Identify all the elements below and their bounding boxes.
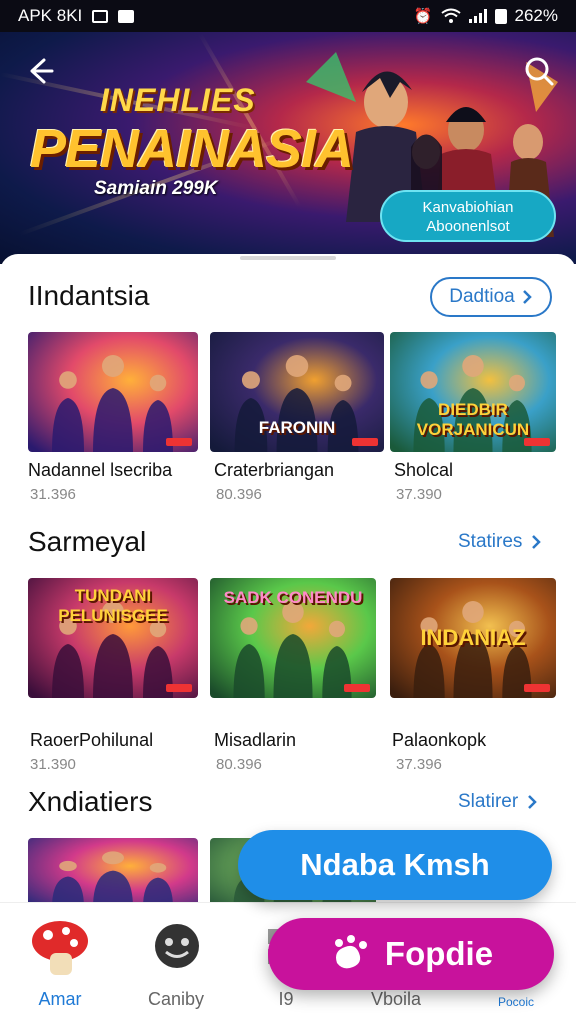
game-title[interactable]: Palaonkopk (392, 730, 486, 751)
game-art-title (28, 332, 198, 452)
game-meta: 80.396 (216, 486, 262, 503)
hero-title-line2: PENAINASIA (30, 119, 354, 179)
game-meta: 31.396 (30, 486, 76, 503)
game-card[interactable]: DIEDBIR VORJANICUN (390, 332, 556, 452)
nav-label: Pocoic (497, 995, 535, 1009)
game-meta: 37.390 (396, 486, 442, 503)
section-title: Sarmeyal (28, 526, 147, 557)
mushroom-icon (32, 921, 88, 975)
nav-item-caniby[interactable]: Caniby (116, 903, 236, 1024)
app-screen: APK 8KI ⏰ 262% INEHLIES PENAINASIA Samia… (0, 0, 576, 1024)
hero-chip-line1: Kanvabiohian (422, 199, 514, 216)
hero-chip-button[interactable]: Kanvabiohian Aboonenlsot (380, 190, 556, 242)
section-action-label: Slatirer (458, 791, 519, 812)
game-art-title: SADK CONENDU (223, 588, 363, 607)
game-title[interactable]: Nadannel lsecriba (28, 460, 172, 481)
rating-badge (524, 438, 550, 446)
nav-label: Caniby (147, 989, 205, 1009)
rating-badge (166, 438, 192, 446)
rating-badge (352, 438, 378, 446)
drag-handle[interactable] (240, 256, 336, 260)
game-meta: 80.396 (216, 756, 262, 773)
hero-chip-line2: Aboonenlsot (426, 218, 510, 235)
section-action-label: Statires (458, 531, 523, 552)
game-card[interactable]: SADK CONENDU (210, 578, 376, 698)
game-meta: 37.396 (396, 756, 442, 773)
section-title: Xndiatiers (28, 786, 153, 817)
chevron-right-icon (522, 290, 532, 304)
section-action-label: Dadtioa (449, 286, 515, 307)
section-action-link[interactable]: Statires (458, 531, 542, 553)
game-art-title: INDANIAZ (420, 625, 526, 650)
game-art-title: DIEDBIR VORJANICUN (416, 400, 530, 439)
hero-subtitle: Samiain 299K (94, 178, 218, 199)
status-bar: APK 8KI ⏰ 262% (0, 0, 576, 32)
hero-banner[interactable]: INEHLIES PENAINASIA Samiain 299K Kanvabi… (0, 32, 576, 264)
wifi-icon (440, 8, 461, 23)
primary-float-button[interactable]: Ndaba Kmsh (238, 830, 552, 900)
signal-icon (468, 9, 487, 23)
game-art-title: FARONIN (258, 418, 336, 437)
game-title[interactable]: Sholcal (394, 460, 453, 481)
search-icon[interactable] (522, 54, 556, 88)
game-card[interactable] (28, 332, 198, 452)
game-meta: 31.390 (30, 756, 76, 773)
back-arrow-icon[interactable] (22, 54, 56, 88)
pet-paw-icon (334, 935, 367, 969)
rating-badge (524, 684, 550, 692)
section-action-link[interactable]: Slatirer (458, 791, 538, 813)
game-art-title: TUNDANI PELUNISGEE (58, 586, 168, 625)
game-card[interactable]: TUNDANI PELUNISGEE (28, 578, 198, 698)
nav-label: I9 (278, 989, 294, 1009)
fab-button[interactable]: Fopdie (268, 918, 554, 990)
alarm-icon: ⏰ (413, 8, 433, 25)
game-art (28, 838, 198, 908)
screenshot-icon (118, 9, 135, 23)
section-action-button[interactable]: Dadtioa (430, 277, 552, 317)
rating-badge (344, 684, 370, 692)
game-title[interactable]: Misadlarin (214, 730, 296, 751)
status-left-text: APK 8KI (18, 6, 83, 25)
section-title: IIndantsia (28, 280, 150, 311)
hero-title-line1: INEHLIES (100, 82, 256, 118)
rating-badge (166, 684, 192, 692)
chevron-right-icon (528, 795, 537, 809)
battery-icon (494, 8, 507, 24)
game-card[interactable] (28, 838, 198, 908)
nav-item-home[interactable]: Amar (0, 903, 120, 1024)
face-icon (155, 924, 199, 968)
chevron-right-icon (532, 535, 542, 549)
notification-icon (92, 9, 109, 23)
game-title[interactable]: Craterbriangan (214, 460, 334, 481)
fab-label: Fopdie (384, 935, 494, 972)
nav-label: Vboila (370, 989, 422, 1009)
battery-percent: 262% (514, 6, 558, 25)
game-card[interactable]: INDANIAZ (390, 578, 556, 698)
nav-label: Amar (38, 989, 82, 1009)
game-card[interactable]: FARONIN (210, 332, 384, 452)
game-title[interactable]: RaoerPohilunal (30, 730, 153, 751)
